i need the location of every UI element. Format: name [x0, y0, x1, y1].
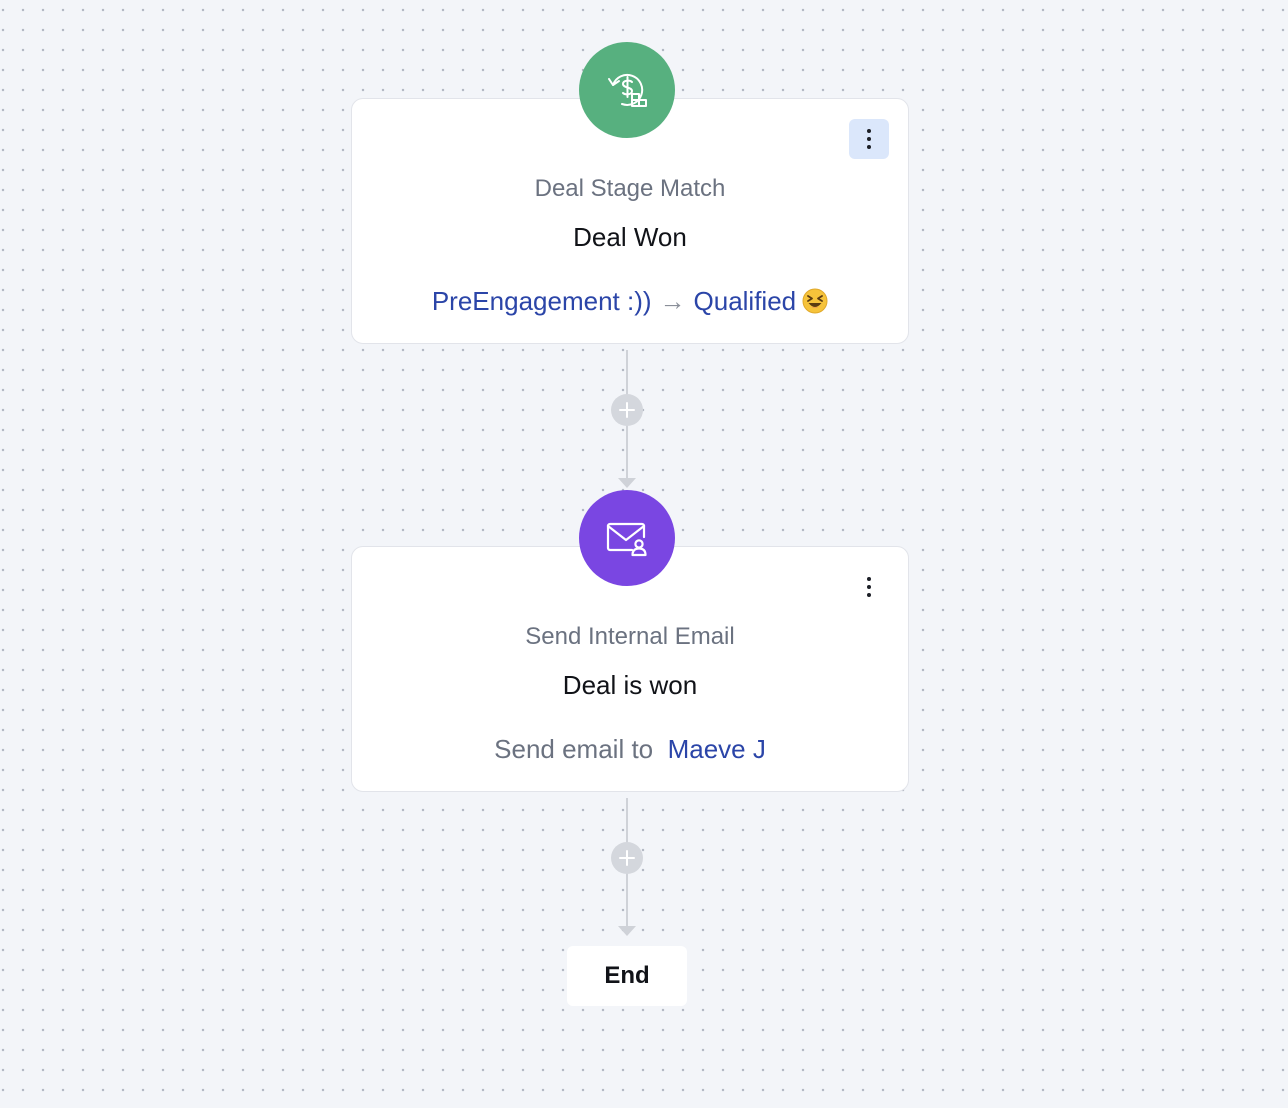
add-step-button[interactable] [611, 842, 643, 874]
email-user-icon [579, 490, 675, 586]
stage-transition: PreEngagement :)) → Qualified [352, 286, 908, 317]
trigger-type-label: Deal Stage Match [534, 175, 726, 202]
trigger-menu-button[interactable] [849, 119, 889, 159]
action-menu-button[interactable] [849, 567, 889, 607]
deal-stage-icon [579, 42, 675, 138]
connector-arrow [618, 478, 636, 488]
more-vertical-icon [867, 577, 871, 581]
end-node: End [567, 946, 687, 1006]
action-name: Deal is won [562, 670, 698, 700]
workflow-canvas[interactable]: Deal Stage Match Deal Won PreEngagement … [0, 0, 1288, 1108]
trigger-name: Deal Won [573, 222, 687, 252]
plus-icon [619, 850, 635, 866]
to-stage-link[interactable]: Qualified [694, 286, 797, 316]
more-vertical-icon [867, 129, 871, 133]
from-stage-link[interactable]: PreEngagement :)) [432, 286, 652, 316]
recipient-link[interactable]: Maeve J [668, 734, 766, 764]
add-step-button[interactable] [611, 394, 643, 426]
arrow-right-icon: → [659, 286, 686, 316]
email-recipient-line: Send email to Maeve J [352, 734, 908, 765]
send-email-prefix: Send email to [494, 734, 654, 764]
laughing-face-emoji [802, 288, 828, 314]
action-type-label: Send Internal Email [525, 623, 735, 650]
connector-arrow [618, 926, 636, 936]
plus-icon [619, 402, 635, 418]
